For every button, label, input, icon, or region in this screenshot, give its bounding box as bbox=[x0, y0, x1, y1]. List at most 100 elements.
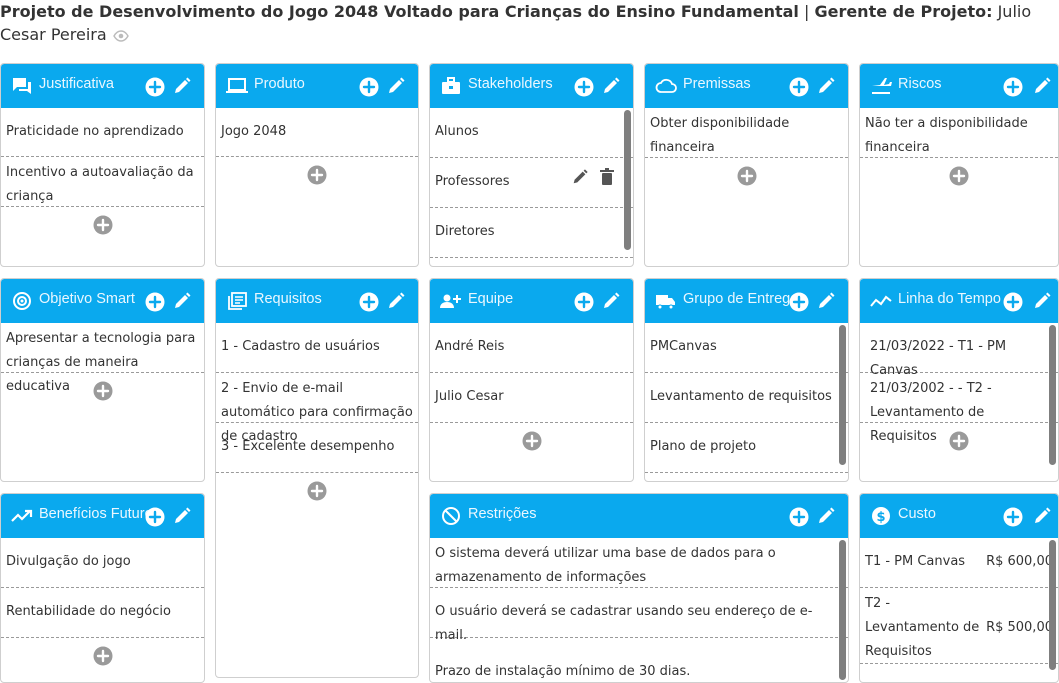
list-item[interactable]: 3 - Excelente desempenho bbox=[216, 423, 418, 473]
card-header: Benefícios Futuros bbox=[1, 494, 204, 538]
cost-row[interactable]: T1 - PM Canvas R$ 600,00 bbox=[860, 538, 1058, 588]
trash-icon[interactable] bbox=[599, 168, 615, 186]
pencil-icon[interactable] bbox=[386, 76, 406, 96]
card-header: Restrições bbox=[430, 494, 848, 538]
list-item[interactable]: Obter disponibilidade financeira bbox=[645, 108, 848, 158]
add-item-icon[interactable] bbox=[737, 166, 757, 186]
add-icon[interactable] bbox=[145, 77, 165, 97]
scrollbar[interactable] bbox=[1049, 325, 1056, 465]
pencil-icon[interactable] bbox=[1032, 506, 1052, 526]
pencil-icon[interactable] bbox=[571, 168, 589, 186]
add-icon[interactable] bbox=[1003, 292, 1023, 312]
list-item[interactable]: André Reis bbox=[430, 323, 633, 373]
add-icon[interactable] bbox=[789, 292, 809, 312]
add-icon[interactable] bbox=[789, 507, 809, 527]
add-icon[interactable] bbox=[789, 77, 809, 97]
card-title: Riscos bbox=[898, 76, 942, 92]
list-item[interactable]: Incentivo a autoavaliação da criança bbox=[1, 157, 204, 207]
laptop-icon bbox=[226, 78, 248, 93]
pencil-icon[interactable] bbox=[816, 76, 836, 96]
list-item[interactable]: Julio Cesar bbox=[430, 373, 633, 423]
dollar-icon: $ bbox=[872, 507, 890, 525]
add-item-icon[interactable] bbox=[93, 646, 113, 666]
pencil-icon[interactable] bbox=[172, 291, 192, 311]
card-title: Premissas bbox=[683, 76, 751, 92]
card-title: Custo bbox=[898, 506, 936, 522]
card-header: Grupo de Entregas bbox=[645, 279, 848, 323]
scrollbar[interactable] bbox=[839, 540, 846, 680]
list-item[interactable]: Jogo 2048 bbox=[216, 108, 418, 157]
list-item[interactable]: Praticidade no aprendizado bbox=[1, 108, 204, 157]
card-title: Requisitos bbox=[254, 291, 322, 307]
svg-text:$: $ bbox=[876, 510, 885, 525]
list-item[interactable]: 21/03/2002 - - T2 - Levantamento de Requ… bbox=[860, 373, 1058, 444]
card-title: Justificativa bbox=[39, 76, 114, 92]
list-item[interactable]: Alunos bbox=[430, 108, 633, 158]
pencil-icon[interactable] bbox=[601, 76, 621, 96]
list-item[interactable]: Rentabilidade do negócio bbox=[1, 588, 204, 638]
add-item-icon[interactable] bbox=[307, 481, 327, 501]
pencil-icon[interactable] bbox=[816, 506, 836, 526]
cost-value: R$ 500,00 bbox=[986, 620, 1053, 635]
add-item-icon[interactable] bbox=[949, 166, 969, 186]
card-title: Benefícios Futuros bbox=[39, 506, 160, 522]
cost-label: T1 - PM Canvas bbox=[865, 554, 966, 569]
add-icon[interactable] bbox=[574, 292, 594, 312]
list-item[interactable]: Apresentar a tecnologia para crianças de… bbox=[1, 323, 204, 394]
pencil-icon[interactable] bbox=[172, 76, 192, 96]
briefcase-icon bbox=[442, 77, 460, 94]
add-icon[interactable] bbox=[1003, 507, 1023, 527]
scrollbar[interactable] bbox=[839, 325, 846, 465]
library-icon bbox=[228, 292, 247, 310]
add-icon[interactable] bbox=[145, 507, 165, 527]
card-title: Stakeholders bbox=[468, 76, 553, 92]
scrollbar[interactable] bbox=[624, 110, 631, 250]
add-icon[interactable] bbox=[574, 77, 594, 97]
list-item[interactable]: Diretores bbox=[430, 208, 633, 258]
project-title: Projeto de Desenvolvimento do Jogo 2048 … bbox=[0, 2, 799, 21]
eye-icon[interactable] bbox=[112, 30, 129, 42]
list-item[interactable]: 2 - Envio de e-mail automático para conf… bbox=[216, 373, 418, 444]
add-item-icon[interactable] bbox=[307, 165, 327, 185]
list-item[interactable]: PMCanvas bbox=[645, 323, 848, 373]
card-riscos: Riscos Não ter a disponibilidade finance… bbox=[859, 63, 1059, 267]
list-item[interactable]: 1 - Cadastro de usuários bbox=[216, 323, 418, 373]
list-item[interactable]: Prazo de instalação mínimo de 30 dias. bbox=[430, 638, 848, 682]
list-item[interactable]: Não ter a disponibilidade financeira bbox=[860, 108, 1058, 158]
add-item-icon[interactable] bbox=[949, 431, 969, 451]
truck-icon bbox=[656, 295, 675, 310]
cloud-icon bbox=[655, 78, 677, 93]
list-item[interactable]: O sistema deverá utilizar uma base de da… bbox=[430, 538, 848, 588]
add-icon[interactable] bbox=[359, 77, 379, 97]
add-item-icon[interactable] bbox=[522, 431, 542, 451]
card-custo: $ Custo T1 - PM Canvas R$ 600,00 T2 - Le… bbox=[859, 493, 1059, 683]
card-header: Justificativa bbox=[1, 64, 204, 108]
cost-row[interactable]: T2 - Levantamento de Requisitos R$ 500,0… bbox=[860, 588, 1058, 664]
pencil-icon[interactable] bbox=[1032, 76, 1052, 96]
list-item[interactable]: Plano de projeto bbox=[645, 423, 848, 473]
card-produto: Produto Jogo 2048 bbox=[215, 63, 419, 267]
add-icon[interactable] bbox=[145, 292, 165, 312]
pencil-icon[interactable] bbox=[172, 506, 192, 526]
timeline-icon bbox=[870, 295, 892, 307]
scrollbar[interactable] bbox=[1049, 540, 1056, 670]
list-item[interactable]: 21/03/2022 - T1 - PM Canvas bbox=[860, 323, 1058, 378]
add-item-icon[interactable] bbox=[93, 215, 113, 235]
pencil-icon[interactable] bbox=[1032, 291, 1052, 311]
target-icon bbox=[13, 292, 31, 310]
title-separator: | bbox=[798, 2, 815, 21]
list-item[interactable]: O usuário deverá se cadastrar usando seu… bbox=[430, 588, 848, 643]
pencil-icon[interactable] bbox=[816, 291, 836, 311]
list-item[interactable]: Professores bbox=[430, 158, 633, 208]
add-icon[interactable] bbox=[1003, 77, 1023, 97]
add-item-icon[interactable] bbox=[93, 381, 113, 401]
pencil-icon[interactable] bbox=[601, 291, 621, 311]
manager-label: Gerente de Projeto: bbox=[814, 2, 993, 21]
list-item[interactable]: Divulgação do jogo bbox=[1, 538, 204, 588]
card-requisitos: Requisitos 1 - Cadastro de usuários 2 - … bbox=[215, 278, 419, 678]
card-beneficios: Benefícios Futuros Divulgação do jogo Re… bbox=[0, 493, 205, 683]
pencil-icon[interactable] bbox=[386, 291, 406, 311]
add-icon[interactable] bbox=[359, 292, 379, 312]
card-linha-tempo: Linha do Tempo 21/03/2022 - T1 - PM Canv… bbox=[859, 278, 1059, 482]
list-item[interactable]: Levantamento de requisitos bbox=[645, 373, 848, 423]
